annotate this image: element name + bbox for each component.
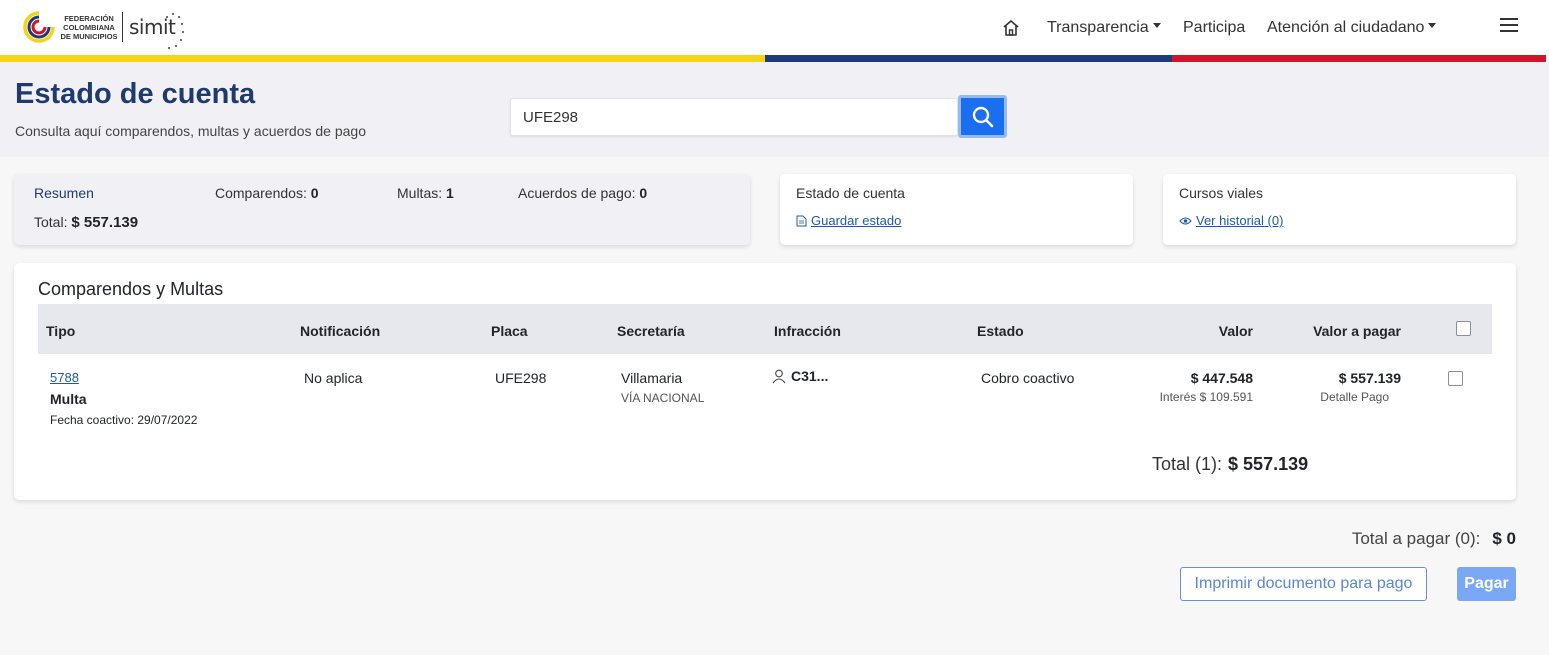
label: Total (1): xyxy=(1152,454,1223,474)
acuerdos-count: Acuerdos de pago: 0 xyxy=(518,185,647,201)
value: 1 xyxy=(446,185,454,201)
value: 0 xyxy=(310,185,319,201)
nav-transparencia[interactable]: Transparencia xyxy=(1047,0,1161,55)
section-title: Comparendos y Multas xyxy=(38,279,224,299)
row-secretaria: Villamaria xyxy=(621,370,683,386)
top-navbar: FEDERACIÓN COLOMBIANA DE MUNICIPIOS simi… xyxy=(0,0,1549,55)
home-icon xyxy=(1003,19,1019,36)
simit-logo: simit xyxy=(129,13,185,49)
label: Comparendos: xyxy=(215,185,307,201)
fcm-logo-text: FEDERACIÓN COLOMBIANA DE MUNICIPIOS xyxy=(60,14,118,41)
total-a-pagar: Total a pagar (0): $ 0 xyxy=(1352,529,1516,549)
header-tipo: Tipo xyxy=(46,323,76,339)
row-valor: $ 447.548 xyxy=(1190,370,1253,386)
select-all-checkbox[interactable] xyxy=(1456,321,1471,336)
row-notificacion: No aplica xyxy=(304,370,363,386)
row-tipo: Multa xyxy=(50,391,87,407)
comparendos-multas-card: Comparendos y Multas Tipo Notificación P… xyxy=(14,263,1516,500)
row-valor-a-pagar: $ 557.139 xyxy=(1338,370,1401,386)
pay-button[interactable]: Pagar xyxy=(1457,567,1516,601)
logo-text-line: COLOMBIANA xyxy=(63,22,115,32)
logo-divider xyxy=(122,12,123,42)
comparendos-count: Comparendos: 0 xyxy=(215,185,319,201)
caret-down-icon xyxy=(1428,23,1437,28)
header-notificacion: Notificación xyxy=(300,323,381,339)
search-icon xyxy=(972,106,993,127)
hero-section: Estado de cuenta Consulta aquí comparend… xyxy=(0,62,1549,157)
summary-title: Resumen xyxy=(34,185,94,201)
stripe-yellow xyxy=(0,55,765,62)
link-label: Guardar estado xyxy=(811,213,902,228)
label: Multas: xyxy=(397,185,443,201)
card-title: Cursos viales xyxy=(1179,185,1264,201)
page-subtitle: Consulta aquí comparendos, multas y acue… xyxy=(15,123,366,139)
header-valor-a-pagar: Valor a pagar xyxy=(1313,323,1401,339)
row-estado: Cobro coactivo xyxy=(981,370,1075,386)
infraccion-code: C31... xyxy=(791,368,829,384)
header-valor: Valor xyxy=(1218,323,1253,339)
page-title: Estado de cuenta xyxy=(15,78,256,110)
row-fecha-coactivo: Fecha coactivo: 29/07/2022 xyxy=(50,413,198,427)
plate-search-input[interactable] xyxy=(510,98,958,136)
guardar-estado-link[interactable]: Guardar estado xyxy=(796,213,901,228)
search-button[interactable] xyxy=(958,95,1007,138)
row-select-checkbox[interactable] xyxy=(1448,371,1463,386)
stripe-blue xyxy=(765,55,1172,62)
link-label: Ver historial (0) xyxy=(1196,213,1284,228)
row-infraccion[interactable]: C31... xyxy=(772,368,828,384)
logo-text-line: DE MUNICIPIOS xyxy=(60,31,118,41)
card-title: Estado de cuenta xyxy=(796,185,905,201)
value: 0 xyxy=(639,185,648,201)
home-link[interactable] xyxy=(1001,0,1025,55)
table-header: Tipo Notificación Placa Secretaría Infra… xyxy=(38,304,1492,354)
label: Total: xyxy=(34,214,68,230)
value: $ 557.139 xyxy=(71,214,139,231)
row-interes: Interés $ 109.591 xyxy=(1159,390,1253,404)
value: $ 557.139 xyxy=(1228,454,1309,474)
label: Acuerdos de pago: xyxy=(518,185,636,201)
comparendo-number-link[interactable]: 5788 xyxy=(50,370,79,385)
label: Total a pagar (0): xyxy=(1351,529,1481,548)
caret-down-icon xyxy=(1152,23,1161,28)
document-icon xyxy=(796,215,807,226)
nav-label: Participa xyxy=(1183,18,1246,36)
estado-cuenta-card: Estado de cuenta Guardar estado xyxy=(780,174,1133,245)
table-row: 5788 Multa Fecha coactivo: 29/07/2022 No… xyxy=(38,354,1492,444)
table-total: Total (1): $ 557.139 xyxy=(1152,454,1308,475)
nav-participa[interactable]: Participa xyxy=(1183,0,1245,55)
multas-count: Multas: 1 xyxy=(397,185,454,201)
ver-historial-link[interactable]: Ver historial (0) xyxy=(1179,213,1283,228)
header-placa: Placa xyxy=(491,323,528,339)
logo[interactable]: FEDERACIÓN COLOMBIANA DE MUNICIPIOS simi… xyxy=(22,7,185,49)
print-document-button[interactable]: Imprimir documento para pago xyxy=(1180,567,1427,601)
row-secretaria-sub: VÍA NACIONAL xyxy=(621,391,705,405)
stars-icon xyxy=(166,13,185,49)
hamburger-icon[interactable] xyxy=(1500,18,1518,33)
summary-card: Resumen Comparendos: 0 Multas: 1 Acuerdo… xyxy=(14,174,750,245)
row-placa: UFE298 xyxy=(495,370,547,386)
stripe-red xyxy=(1172,55,1546,62)
cursos-viales-card: Cursos viales Ver historial (0) xyxy=(1163,174,1516,245)
header-infraccion: Infracción xyxy=(774,323,841,339)
nav-label: Atención al ciudadano xyxy=(1267,18,1425,36)
nav-atencion[interactable]: Atención al ciudadano xyxy=(1267,0,1437,55)
detalle-pago-link[interactable]: Detalle Pago xyxy=(1320,390,1389,404)
eye-icon xyxy=(1179,217,1192,224)
summary-total: Total: $ 557.139 xyxy=(34,214,138,231)
value: $ 0 xyxy=(1492,529,1516,548)
header-estado: Estado xyxy=(977,323,1024,339)
header-secretaria: Secretaría xyxy=(617,323,685,339)
logo-text-line: FEDERACIÓN xyxy=(64,13,114,23)
person-icon xyxy=(772,369,786,383)
fcm-logo-icon xyxy=(23,10,56,43)
nav-label: Transparencia xyxy=(1047,18,1149,36)
